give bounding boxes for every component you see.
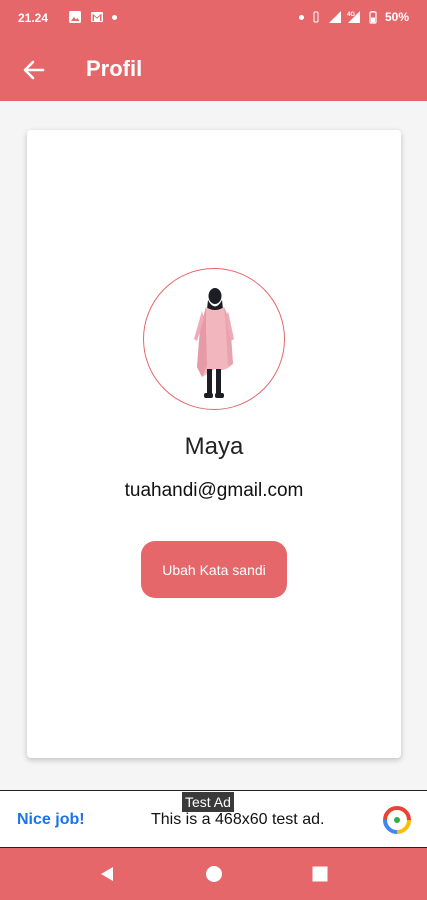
profile-name: Maya bbox=[184, 433, 244, 460]
status-dot-icon bbox=[298, 14, 304, 20]
home-circle-icon bbox=[206, 866, 222, 882]
profile-email: tuahandi@gmail.com bbox=[124, 480, 304, 501]
page-title: Profil bbox=[86, 56, 143, 81]
nav-home-button[interactable] bbox=[202, 862, 226, 886]
profile-card: Maya tuahandi@gmail.com Ubah Kata sandi bbox=[27, 130, 401, 758]
nav-recents-button[interactable] bbox=[308, 862, 332, 886]
status-bar: 21.24 4G 50% bbox=[0, 0, 427, 36]
battery-level: 50% bbox=[384, 10, 409, 24]
gmail-icon bbox=[91, 12, 103, 22]
profile-photo bbox=[194, 288, 234, 398]
test-ad-label: Test Ad bbox=[182, 792, 234, 812]
back-button[interactable] bbox=[20, 56, 48, 84]
avatar bbox=[143, 268, 285, 410]
change-password-button[interactable]: Ubah Kata sandi bbox=[141, 541, 287, 598]
vibrate-icon bbox=[313, 11, 319, 23]
status-time: 21.24 bbox=[18, 11, 49, 25]
arrow-left-icon bbox=[23, 60, 45, 80]
signal-4g-icon: 4G bbox=[347, 11, 360, 23]
battery-icon bbox=[369, 11, 377, 24]
system-navigation-bar bbox=[0, 848, 427, 900]
system-icons: 4G 50% bbox=[298, 10, 409, 24]
signal-icon bbox=[328, 11, 341, 23]
recents-square-icon bbox=[312, 866, 328, 882]
ad-headline[interactable]: Nice job! bbox=[17, 811, 85, 829]
app-bar: Profil bbox=[0, 36, 427, 101]
notification-dot-icon bbox=[112, 14, 117, 20]
image-icon bbox=[69, 11, 81, 23]
notification-icons bbox=[68, 10, 117, 24]
svg-text:4G: 4G bbox=[347, 12, 355, 18]
back-triangle-icon bbox=[101, 867, 113, 881]
ad-logo-icon[interactable] bbox=[383, 806, 411, 834]
ad-text: This is a 468x60 test ad. bbox=[151, 811, 325, 828]
nav-back-button[interactable] bbox=[95, 862, 119, 886]
